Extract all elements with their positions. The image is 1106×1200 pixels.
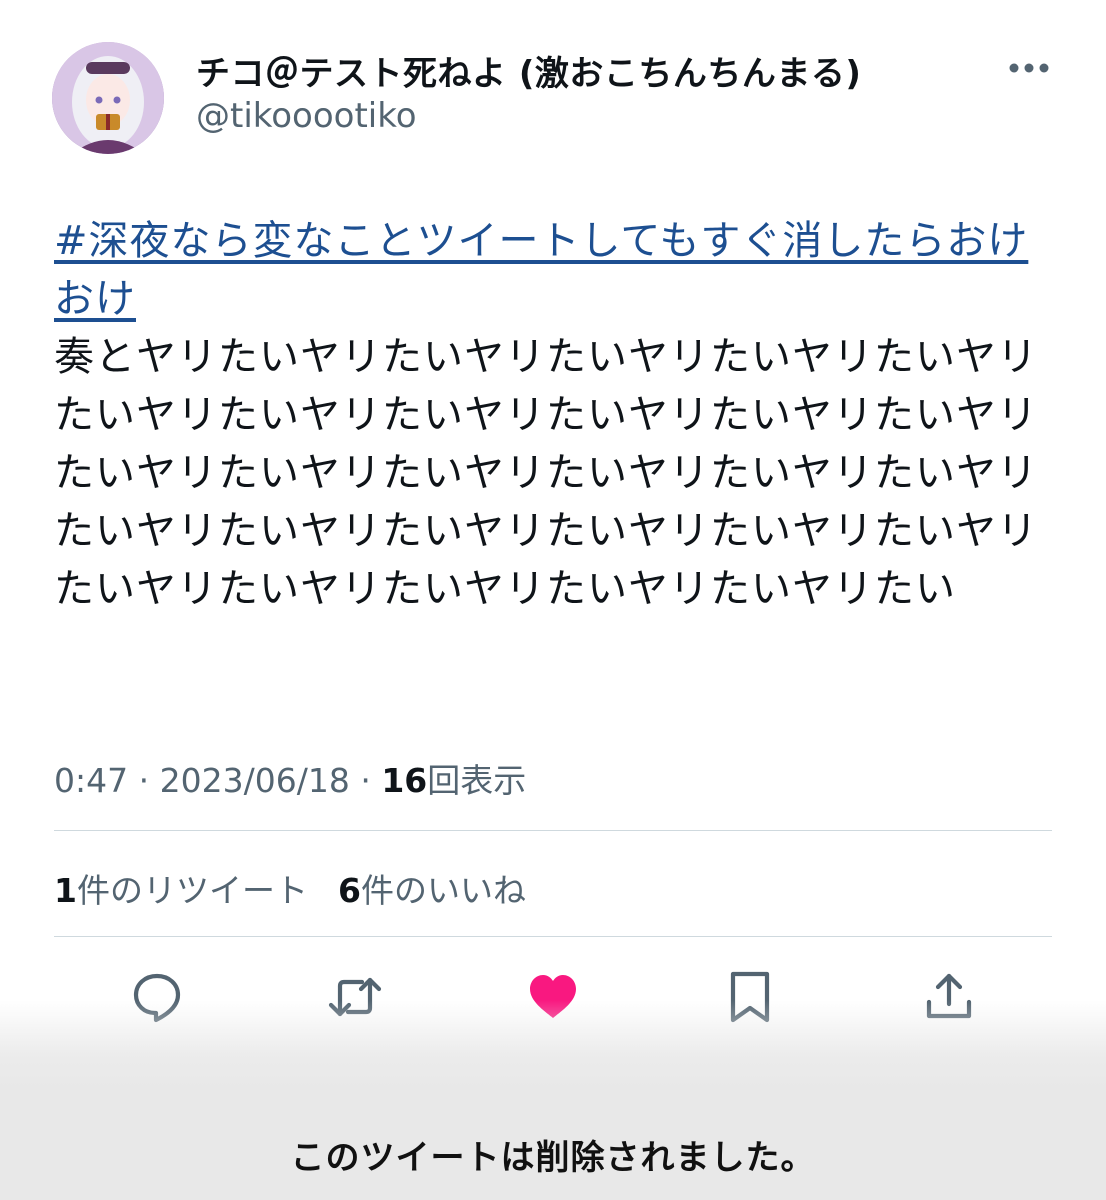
avatar-image [52,42,164,154]
avatar[interactable] [52,42,164,154]
retweets-label: 件のリツイート [76,871,308,910]
meta-separator: · [360,761,371,800]
divider [54,936,1052,937]
deleted-notice: このツイートは削除されました。 [290,1138,816,1178]
likes-stat[interactable]: 6件のいいね [338,864,526,912]
tweet-meta: 0:47 · 2023/06/18 · 16回表示 [54,754,526,802]
hashtag-link[interactable]: #深夜なら変なことツイートしてもすぐ消したらおけおけ [54,218,1028,322]
views-label: 回表示 [427,761,527,800]
tweet-body: 奏とヤリたいヤリたいヤリたいヤリたいヤリたいヤリたいヤリたいヤリたいヤリたいヤリ… [54,334,1038,612]
retweets-count: 1 [54,871,77,910]
user-handle[interactable]: @tikooootiko [196,96,417,136]
divider [54,830,1052,831]
tweet-text: #深夜なら変なことツイートしてもすぐ消したらおけおけ 奏とヤリたいヤリたいヤリた… [54,212,1044,618]
engagement-stats: 1件のリツイート 6件のいいね [54,864,526,912]
likes-label: 件のいいね [360,871,526,910]
retweets-stat[interactable]: 1件のリツイート [54,864,308,912]
meta-separator: · [138,761,150,800]
tweet-date[interactable]: 2023/06/18 [160,761,350,800]
more-options-icon[interactable] [1008,58,1050,78]
display-name[interactable]: チコ＠テスト死ねよ (激おこちんちんまる) [196,46,861,95]
likes-count: 6 [337,871,361,910]
views-count: 16 [381,761,428,800]
tweet-time[interactable]: 0:47 [54,761,128,800]
